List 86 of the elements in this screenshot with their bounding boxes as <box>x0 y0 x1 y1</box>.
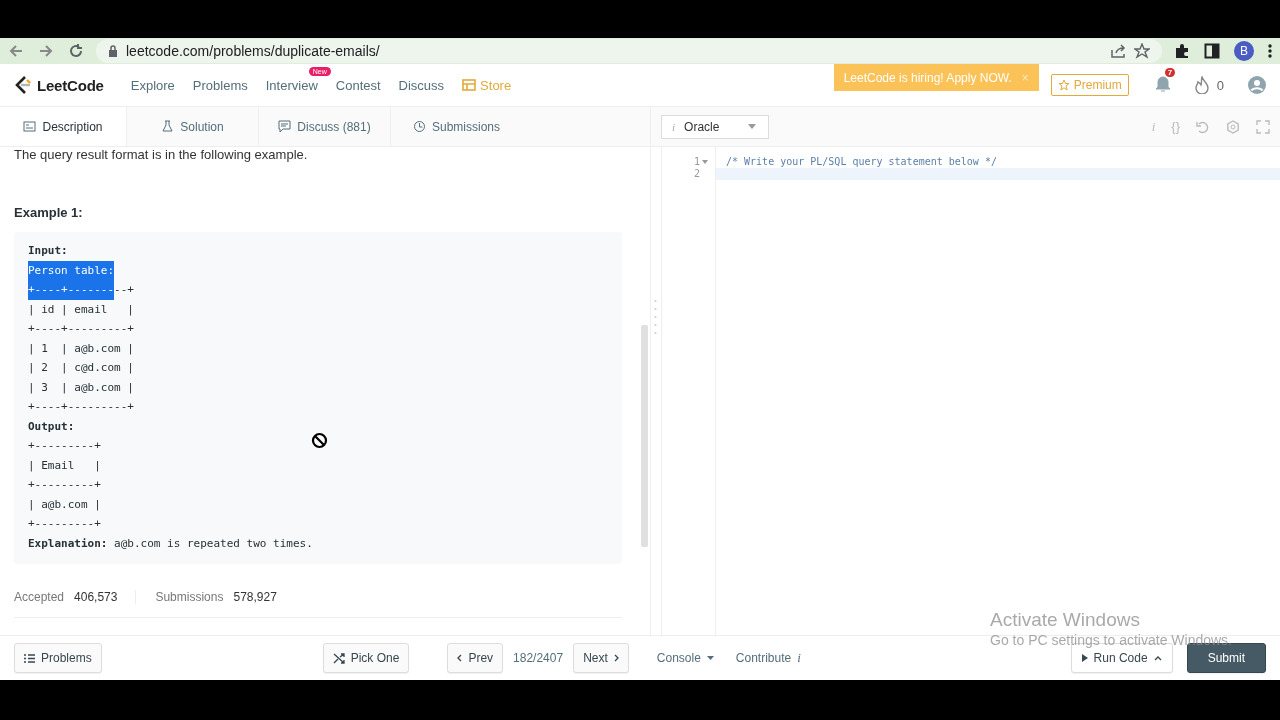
scrollbar-thumb[interactable] <box>641 325 648 547</box>
fullscreen-icon[interactable] <box>1256 119 1270 134</box>
banner-text: LeetCode is hiring! Apply NOW. <box>843 70 1012 85</box>
nav-link[interactable]: Explore <box>121 77 184 93</box>
flask-icon <box>161 120 175 133</box>
example-heading: Example 1: <box>14 205 84 220</box>
prev-button[interactable]: Prev <box>447 643 504 673</box>
pick-one-button[interactable]: Pick One <box>322 643 410 673</box>
streak-count: 0 <box>1216 77 1224 93</box>
lock-icon <box>108 45 118 57</box>
chevron-up-icon <box>1153 655 1162 661</box>
code-text: +---------+ <box>28 438 101 454</box>
selected-code-text: Person table: <box>28 260 115 280</box>
undo-icon[interactable] <box>1196 119 1210 134</box>
code-text: --+ <box>114 282 134 298</box>
code-text: | Email | <box>28 457 101 474</box>
forward-icon[interactable] <box>38 43 54 59</box>
caret-icon <box>706 656 714 660</box>
settings-icon[interactable] <box>1226 119 1240 134</box>
chevron-left-icon <box>457 654 463 662</box>
code-text: | 3 | a@b.com | <box>28 379 134 396</box>
info-mark: i <box>797 650 801 666</box>
code-text: +---------+ <box>28 477 101 493</box>
address-bar[interactable]: leetcode.com/problems/duplicate-emails/ <box>96 39 1162 63</box>
code-text: Explanation: a@b.com is repeated two times. <box>28 535 313 552</box>
clock-icon <box>413 120 426 133</box>
nav-link[interactable]: Interview <box>256 77 327 93</box>
code-line[interactable]: /* Write your PL/SQL query statement below */ <box>716 156 1280 168</box>
notification-badge: 7 <box>1164 67 1176 77</box>
tab[interactable]: Solution <box>126 107 258 146</box>
code-text: | 2 | c@d.com | <box>28 360 134 376</box>
share-icon[interactable] <box>1110 43 1126 59</box>
profile-avatar[interactable]: B <box>1234 41 1254 61</box>
code-text: | 1 | a@b.com | <box>28 340 134 357</box>
store-icon <box>462 79 477 91</box>
nav-link[interactable]: Problems <box>183 77 257 93</box>
user-icon[interactable] <box>1248 76 1266 94</box>
caret-icon <box>748 124 756 129</box>
tab[interactable]: Discuss (881) <box>258 107 390 146</box>
language-mark: i <box>672 120 676 133</box>
problems-button[interactable]: Problems <box>14 643 102 673</box>
flame-icon[interactable] <box>1194 76 1209 94</box>
play-icon <box>1081 654 1088 662</box>
code-text: +----+---------+ <box>28 321 134 337</box>
code-text: +---------+ <box>28 516 101 532</box>
list-icon <box>24 653 35 663</box>
tab[interactable]: Submissions <box>390 107 522 146</box>
description-text: The query result format is in the following example. <box>14 147 309 163</box>
stat-value: 406,573 <box>74 590 118 604</box>
problem-position: 182/2407 <box>513 651 564 665</box>
activation-title: Activate Windows <box>990 609 1141 631</box>
contribute-link[interactable]: Contribute <box>735 651 792 665</box>
line-number: 1 <box>693 156 700 168</box>
puzzle-icon[interactable] <box>1174 43 1190 59</box>
star-icon <box>1057 79 1070 91</box>
console-toggle[interactable]: Console <box>656 651 714 665</box>
fold-icon[interactable] <box>702 160 708 164</box>
selected-code-text: +----+------- <box>28 280 115 300</box>
star-icon[interactable] <box>1134 43 1150 59</box>
stat-label: Submissions <box>155 590 224 604</box>
nav-link[interactable]: Discuss <box>389 77 454 93</box>
next-button[interactable]: Next <box>573 643 629 673</box>
language-dropdown[interactable]: i Oracle <box>661 114 769 139</box>
line-number: 2 <box>693 168 700 180</box>
code-text: | a@b.com | <box>28 496 101 513</box>
more-icon[interactable] <box>1268 43 1272 59</box>
brand-name[interactable]: LeetCode <box>37 76 104 94</box>
chevron-right-icon <box>613 654 619 662</box>
comment-icon <box>278 120 292 133</box>
shuffle-icon <box>332 652 345 664</box>
sidebar-icon[interactable] <box>1204 43 1220 59</box>
stat-label: Accepted <box>14 590 65 604</box>
nav-link[interactable]: Contest <box>326 77 390 93</box>
tab[interactable]: Description <box>0 107 126 146</box>
logo-icon[interactable] <box>14 75 32 95</box>
url-text: leetcode.com/problems/duplicate-emails/ <box>126 43 380 59</box>
code-text: +----+---------+ <box>28 399 134 415</box>
code-text: | id | email | <box>28 301 134 318</box>
code-text: Output: <box>28 418 75 435</box>
reload-icon[interactable] <box>68 43 84 59</box>
not-allowed-cursor-icon <box>311 432 328 449</box>
bell-icon[interactable] <box>1154 74 1171 93</box>
back-icon[interactable] <box>8 43 24 59</box>
code-text: Input: <box>28 243 68 259</box>
stat-value: 578,927 <box>233 590 277 604</box>
document-icon <box>23 120 37 133</box>
